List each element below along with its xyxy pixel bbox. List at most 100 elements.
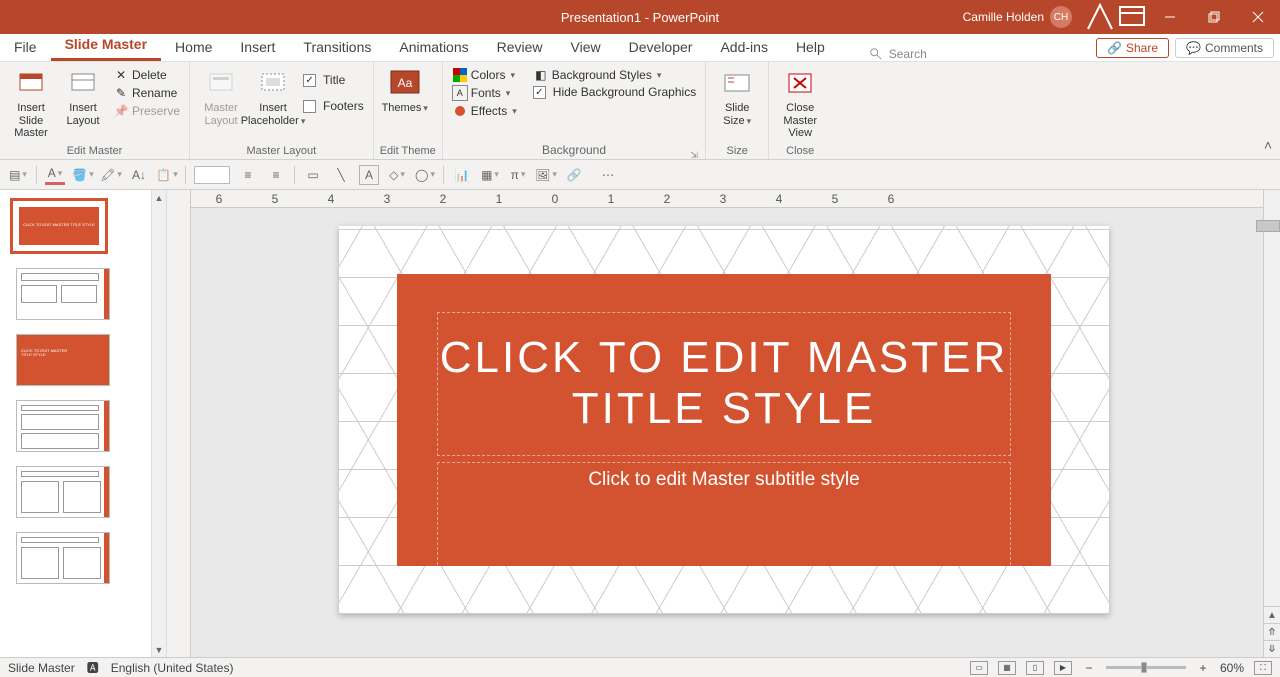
maximize-button[interactable]	[1192, 0, 1236, 34]
tab-file[interactable]: File	[0, 35, 51, 61]
rectangle-shape-button[interactable]: ▭	[303, 165, 323, 185]
title-checkbox[interactable]: Title	[300, 72, 367, 88]
master-subtitle-placeholder[interactable]: Click to edit Master subtitle style	[437, 462, 1011, 570]
tab-review[interactable]: Review	[483, 35, 557, 61]
ribbon: Insert Slide Master Insert Layout ✕Delet…	[0, 62, 1280, 160]
minimize-button[interactable]	[1148, 0, 1192, 34]
slideshow-view-button[interactable]: ▶	[1054, 661, 1072, 675]
tab-slide-master[interactable]: Slide Master	[51, 32, 161, 61]
splitter-handle[interactable]	[1256, 220, 1280, 232]
background-styles-button[interactable]: ◧Background Styles	[530, 66, 699, 84]
link-button[interactable]: 🔗	[564, 165, 584, 185]
paste-options-button[interactable]: 📋	[157, 165, 177, 185]
tab-transitions[interactable]: Transitions	[289, 35, 385, 61]
fonts-icon: A	[452, 85, 468, 101]
zoom-slider[interactable]	[1106, 666, 1186, 669]
ribbon-display-options-icon[interactable]	[1116, 0, 1148, 34]
line-shape-button[interactable]: ╲	[331, 165, 351, 185]
zoom-in-button[interactable]: +	[1196, 661, 1210, 675]
fonts-button[interactable]: AFonts	[449, 84, 520, 102]
layout-thumbnail[interactable]: CLICK TO EDIT MASTER TITLE STYLE	[16, 334, 110, 386]
sort-button[interactable]: A↓	[129, 165, 149, 185]
prev-slide-button[interactable]: ⤊	[1264, 623, 1280, 640]
close-window-button[interactable]	[1236, 0, 1280, 34]
svg-text:Aa: Aa	[397, 76, 412, 90]
insert-layout-button[interactable]: Insert Layout	[58, 66, 108, 127]
zoom-slider-thumb[interactable]	[1141, 662, 1147, 673]
comments-button[interactable]: 💬Comments	[1175, 38, 1274, 58]
picture-button[interactable]: 🖼	[536, 165, 556, 185]
align-left-button[interactable]: ≡	[238, 165, 258, 185]
shapes-gallery-button[interactable]: ◇	[387, 165, 407, 185]
master-slide-canvas[interactable]: Click to edit Master title style Click t…	[339, 226, 1109, 614]
master-layout-button[interactable]: Master Layout	[196, 66, 246, 127]
preserve-master-button[interactable]: 📌Preserve	[110, 102, 183, 120]
slide-sorter-view-button[interactable]: ▦	[998, 661, 1016, 675]
tab-addins[interactable]: Add-ins	[706, 35, 781, 61]
account-avatar[interactable]: CH	[1050, 6, 1072, 28]
background-dialog-launcher[interactable]	[689, 147, 699, 157]
fill-color-button[interactable]: 🪣	[73, 165, 93, 185]
accessibility-icon[interactable]: 🅰	[87, 659, 99, 676]
fit-to-window-button[interactable]: ⛶	[1254, 661, 1272, 675]
normal-view-button[interactable]: ▭	[970, 661, 988, 675]
title-bar: Presentation1 - PowerPoint Camille Holde…	[0, 0, 1280, 34]
tab-help[interactable]: Help	[782, 35, 839, 61]
master-thumbnail[interactable]: CLICK TO EDIT MASTER TITLE STYLE	[10, 198, 108, 254]
font-color-button[interactable]: A	[45, 165, 65, 185]
hide-bg-graphics-checkbox[interactable]: Hide Background Graphics	[530, 84, 699, 100]
align-center-button[interactable]: ≡	[266, 165, 286, 185]
layout-thumbnail[interactable]	[16, 466, 110, 518]
font-size-box[interactable]	[194, 166, 230, 184]
scroll-up-button[interactable]: ▲	[1264, 606, 1280, 623]
themes-icon: Aa	[389, 68, 421, 100]
reading-view-button[interactable]: ▯	[1026, 661, 1044, 675]
master-title-placeholder[interactable]: Click to edit Master title style	[437, 312, 1011, 456]
editor-vertical-scrollbar[interactable]: ▲ ⤊ ⤋	[1263, 190, 1280, 657]
align-objects-button[interactable]: ▤	[8, 165, 28, 185]
share-icon: 🔗	[1107, 41, 1122, 55]
layout-thumbnail[interactable]	[16, 268, 110, 320]
tab-view[interactable]: View	[557, 35, 615, 61]
group-close: Close Master View Close	[769, 62, 831, 159]
scroll-down-icon[interactable]: ▼	[152, 642, 166, 657]
effects-button[interactable]: Effects	[449, 102, 520, 120]
zoom-out-button[interactable]: −	[1082, 661, 1096, 675]
highlight-button[interactable]: 🖍	[101, 165, 121, 185]
text-box-button[interactable]: A	[359, 165, 379, 185]
table-button[interactable]: ▦	[480, 165, 500, 185]
close-master-view-button[interactable]: Close Master View	[775, 66, 825, 140]
coming-soon-icon[interactable]	[1084, 0, 1116, 34]
master-layout-icon	[205, 68, 237, 100]
chart-button[interactable]: 📊	[452, 165, 472, 185]
account-name[interactable]: Camille Holden	[963, 10, 1044, 24]
next-slide-button[interactable]: ⤋	[1264, 640, 1280, 657]
symbols-button[interactable]: π	[508, 165, 528, 185]
insert-placeholder-button[interactable]: Insert Placeholder	[248, 66, 298, 127]
slide-size-button[interactable]: Slide Size	[712, 66, 762, 127]
arrange-button[interactable]: ◯	[415, 165, 435, 185]
delete-layout-button[interactable]: ✕Delete	[110, 66, 183, 84]
footers-checkbox[interactable]: Footers	[300, 98, 367, 114]
insert-slide-master-button[interactable]: Insert Slide Master	[6, 66, 56, 140]
collapse-ribbon-button[interactable]: ˄	[1264, 137, 1272, 153]
scroll-up-icon[interactable]: ▲	[152, 190, 166, 205]
tab-developer[interactable]: Developer	[615, 35, 707, 61]
share-button[interactable]: 🔗Share	[1096, 38, 1169, 58]
thumbnail-scrollbar[interactable]: ▲ ▼	[151, 190, 166, 657]
status-language[interactable]: English (United States)	[111, 661, 234, 675]
tab-animations[interactable]: Animations	[385, 35, 482, 61]
layout-thumbnail[interactable]	[16, 400, 110, 452]
zoom-level[interactable]: 60%	[1220, 661, 1244, 675]
tab-home[interactable]: Home	[161, 35, 226, 61]
overflow-button[interactable]: ⋯	[598, 165, 618, 185]
themes-button[interactable]: Aa Themes	[380, 66, 430, 115]
insert-placeholder-icon	[257, 68, 289, 100]
colors-button[interactable]: Colors	[449, 66, 520, 84]
tell-me-search[interactable]: Search	[869, 47, 927, 61]
layout-thumbnail[interactable]	[16, 532, 110, 584]
group-edit-theme: Aa Themes Edit Theme	[374, 62, 443, 159]
rename-layout-button[interactable]: ✎Rename	[110, 84, 183, 102]
tab-insert[interactable]: Insert	[226, 35, 289, 61]
bg-styles-icon: ◧	[533, 67, 549, 83]
